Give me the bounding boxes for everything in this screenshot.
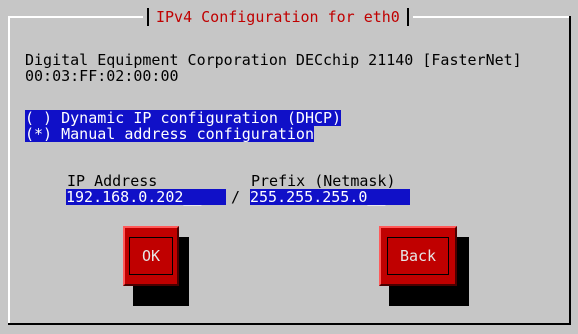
field-separator: / <box>231 188 241 206</box>
back-button-label: Back <box>386 237 450 275</box>
title-right-bar <box>406 8 409 26</box>
option-dhcp[interactable]: ( ) Dynamic IP configuration (DHCP) <box>25 110 342 126</box>
frame-bottom-border <box>8 323 571 325</box>
prefix-label: Prefix (Netmask) <box>251 172 396 190</box>
option-manual[interactable]: (*) Manual address configuration <box>25 126 314 142</box>
device-name: Digital Equipment Corporation DECchip 21… <box>25 51 522 69</box>
ip-address-input[interactable]: 192.168.0.202__ <box>66 189 226 205</box>
frame-right-border <box>569 16 571 325</box>
ok-button[interactable]: OK <box>123 226 179 286</box>
prefix-input[interactable]: 255.255.255.0__ <box>250 189 410 205</box>
device-mac: 00:03:FF:02:00:00 <box>25 67 179 85</box>
frame-left-border <box>8 16 10 325</box>
ok-button-label: OK <box>128 237 174 275</box>
dialog-title: IPv4 Configuration for eth0 <box>156 8 400 26</box>
back-button[interactable]: Back <box>379 226 457 286</box>
ip-address-label: IP Address <box>67 172 158 190</box>
dialog-title-box: IPv4 Configuration for eth0 <box>143 7 413 27</box>
title-left-bar <box>147 8 149 26</box>
